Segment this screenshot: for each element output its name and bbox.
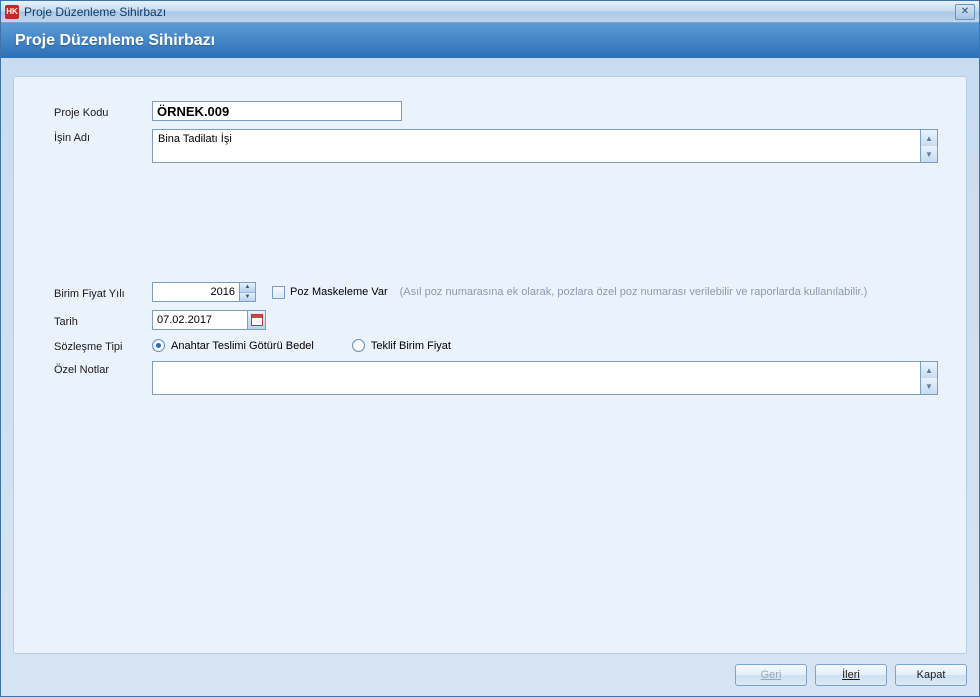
label-ozel-notlar: Özel Notlar: [54, 361, 146, 376]
app-icon: HK: [5, 5, 19, 19]
radio-icon-unchecked: [352, 339, 365, 352]
wizard-header: Proje Düzenleme Sihirbazı: [1, 23, 979, 58]
row-sozlesme-tipi: Sözleşme Tipi Anahtar Teslimi Götürü Bed…: [54, 338, 938, 353]
poz-mask-hint: (Asıl poz numarasına ek olarak, pozlara …: [400, 286, 868, 298]
isin-adi-textarea[interactable]: [152, 129, 921, 163]
radio-teklif-birim-fiyat[interactable]: Teklif Birim Fiyat: [352, 339, 451, 352]
ozel-notlar-scrollbar[interactable]: ▲ ▼: [921, 361, 938, 395]
ozel-notlar-wrap: ▲ ▼: [152, 361, 938, 395]
close-label: Kapat: [917, 669, 946, 681]
poz-mask-checkbox[interactable]: [272, 286, 285, 299]
close-button[interactable]: ✕: [955, 4, 975, 20]
label-sozlesme-tipi: Sözleşme Tipi: [54, 338, 146, 353]
content-area: Proje Kodu İşin Adı ▲ ▼ Birim Fiyat Yılı: [1, 58, 979, 696]
back-label: Geri: [761, 669, 782, 681]
year-spinner-buttons: ▲ ▼: [240, 282, 256, 302]
scroll-down-icon: ▼: [921, 378, 937, 394]
scroll-down-icon: ▼: [921, 146, 937, 162]
wizard-header-text: Proje Düzenleme Sihirbazı: [15, 32, 215, 50]
radio-anahtar-teslimi[interactable]: Anahtar Teslimi Götürü Bedel: [152, 339, 314, 352]
button-bar: Geri İleri Kapat: [13, 654, 967, 686]
row-isin-adi: İşin Adı ▲ ▼: [54, 129, 938, 274]
poz-mask-label: Poz Maskeleme Var: [290, 286, 388, 298]
close-icon: ✕: [961, 6, 969, 17]
year-spin-up[interactable]: ▲: [240, 283, 255, 293]
wizard-window: HK Proje Düzenleme Sihirbazı ✕ Proje Düz…: [0, 0, 980, 697]
label-birim-fiyat-yili: Birim Fiyat Yılı: [54, 285, 146, 300]
year-spin-down[interactable]: ▼: [240, 293, 255, 302]
scroll-up-icon: ▲: [921, 362, 937, 378]
label-proje-kodu: Proje Kodu: [54, 104, 146, 119]
isin-adi-scrollbar[interactable]: ▲ ▼: [921, 129, 938, 163]
label-isin-adi: İşin Adı: [54, 129, 146, 144]
row-proje-kodu: Proje Kodu: [54, 101, 938, 121]
sozlesme-radio-group: Anahtar Teslimi Götürü Bedel Teklif Biri…: [152, 339, 451, 352]
date-picker-button[interactable]: [248, 310, 266, 330]
next-label: İleri: [842, 669, 860, 681]
year-spinner: ▲ ▼: [152, 282, 256, 302]
back-button: Geri: [735, 664, 807, 686]
radio-label-1: Teklif Birim Fiyat: [371, 340, 451, 352]
window-title: Proje Düzenleme Sihirbazı: [24, 5, 955, 19]
calendar-icon: [251, 314, 263, 326]
date-input[interactable]: [152, 310, 248, 330]
radio-icon-checked: [152, 339, 165, 352]
next-button[interactable]: İleri: [815, 664, 887, 686]
ozel-notlar-textarea[interactable]: [152, 361, 921, 395]
label-tarih: Tarih: [54, 313, 146, 328]
isin-adi-wrap: ▲ ▼: [152, 129, 938, 163]
radio-label-0: Anahtar Teslimi Götürü Bedel: [171, 340, 314, 352]
form-panel: Proje Kodu İşin Adı ▲ ▼ Birim Fiyat Yılı: [13, 76, 967, 654]
row-ozel-notlar: Özel Notlar ▲ ▼: [54, 361, 938, 635]
row-birim-fiyat-yili: Birim Fiyat Yılı ▲ ▼ Poz Maskeleme Var (…: [54, 282, 938, 302]
proje-kodu-input[interactable]: [152, 101, 402, 121]
year-input[interactable]: [152, 282, 240, 302]
poz-mask-checkbox-wrap[interactable]: Poz Maskeleme Var: [272, 286, 388, 299]
chevron-down-icon: ▼: [245, 294, 251, 300]
date-picker: [152, 310, 266, 330]
chevron-up-icon: ▲: [245, 284, 251, 290]
close-footer-button[interactable]: Kapat: [895, 664, 967, 686]
scroll-up-icon: ▲: [921, 130, 937, 146]
row-tarih: Tarih: [54, 310, 938, 330]
titlebar: HK Proje Düzenleme Sihirbazı ✕: [1, 1, 979, 23]
